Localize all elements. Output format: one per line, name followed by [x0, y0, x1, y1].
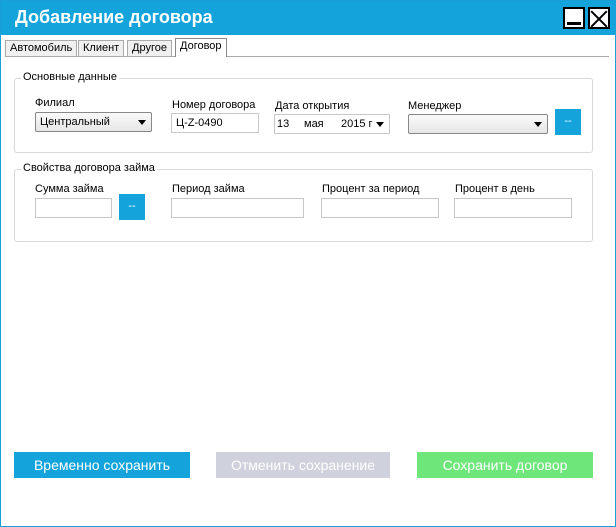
branch-value: Центральный [40, 116, 110, 128]
basic-data-title: Основные данные [21, 71, 119, 83]
dialog-window: Добавление договора Автомобиль Клиент Др… [0, 0, 616, 527]
loan-amount-input[interactable] [35, 198, 112, 218]
loan-period-label: Период займа [172, 183, 245, 195]
chevron-down-icon [376, 122, 384, 127]
chevron-down-icon [138, 120, 146, 125]
open-date-picker[interactable]: 13 мая 2015 г [274, 114, 390, 134]
tab-car[interactable]: Автомобиль [5, 40, 78, 56]
branch-select[interactable]: Центральный [35, 112, 152, 132]
manager-select[interactable] [408, 114, 548, 134]
loan-properties-title: Свойства договора займа [21, 162, 157, 174]
manager-select-button[interactable]: -- [555, 109, 581, 135]
branch-label: Филиал [35, 97, 75, 109]
open-date-month[interactable]: мая [304, 118, 324, 130]
manager-label: Менеджер [408, 100, 462, 112]
rate-period-label: Процент за период [322, 183, 420, 195]
tab-divider [5, 56, 609, 57]
rate-day-input[interactable] [454, 198, 572, 218]
rate-day-label: Процент в день [455, 183, 535, 195]
save-contract-button[interactable]: Сохранить договор [417, 452, 593, 478]
tab-contract[interactable]: Договор [175, 38, 227, 57]
loan-amount-label: Сумма займа [35, 183, 104, 195]
loan-amount-button[interactable]: -- [119, 194, 145, 220]
open-date-label: Дата открытия [275, 100, 350, 112]
tab-client[interactable]: Клиент [78, 40, 125, 56]
contract-number-label: Номер договора [172, 99, 256, 111]
open-date-year[interactable]: 2015 г [341, 118, 373, 130]
close-button[interactable] [588, 7, 610, 29]
temp-save-button[interactable]: Временно сохранить [14, 452, 190, 478]
basic-data-group: Основные данные Филиал Центральный Номер… [14, 71, 593, 153]
rate-period-input[interactable] [321, 198, 439, 218]
cancel-save-button[interactable]: Отменить сохранение [216, 452, 390, 478]
minimize-button[interactable] [563, 7, 585, 29]
title-bar[interactable]: Добавление договора [1, 1, 615, 35]
loan-properties-group: Свойства договора займа Сумма займа -- П… [14, 162, 593, 242]
contract-number-input[interactable]: Ц-Z-0490 [171, 113, 259, 133]
open-date-day[interactable]: 13 [277, 118, 289, 130]
window-title: Добавление договора [15, 7, 213, 27]
chevron-down-icon [534, 122, 542, 127]
loan-period-input[interactable] [171, 198, 304, 218]
tab-other[interactable]: Другое [127, 40, 172, 56]
